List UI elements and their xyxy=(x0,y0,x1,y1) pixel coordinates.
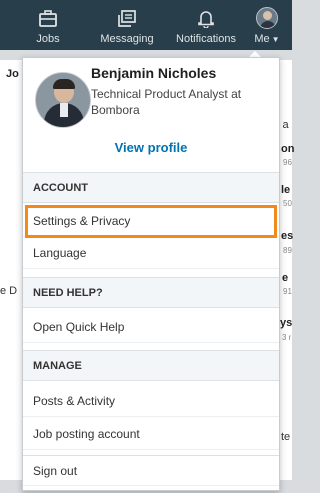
nav-jobs[interactable]: Jobs xyxy=(28,0,68,50)
background-text: Jo xyxy=(6,68,19,80)
language-item[interactable]: Language xyxy=(23,238,279,269)
bell-icon xyxy=(198,11,214,28)
background-text: 91 xyxy=(283,287,292,296)
top-nav: Jobs Messaging Notifications Me ▼ xyxy=(0,0,292,50)
me-dropdown-menu: Benjamin Nicholes Technical Product Anal… xyxy=(22,57,280,491)
nav-me-label: Me xyxy=(254,33,270,45)
quick-help-item[interactable]: Open Quick Help xyxy=(23,312,279,343)
nav-me[interactable]: Me ▼ xyxy=(247,0,287,50)
background-text: e xyxy=(282,272,289,284)
profile-title: Technical Product Analyst at Bombora xyxy=(91,87,242,117)
background-text: 89 xyxy=(283,246,292,255)
profile-avatar[interactable] xyxy=(35,72,91,128)
job-posting-account-item[interactable]: Job posting account xyxy=(23,419,279,450)
profile-summary: Benjamin Nicholes Technical Product Anal… xyxy=(23,58,279,168)
help-section-header: NEED HELP? xyxy=(23,277,279,308)
view-profile-link[interactable]: View profile xyxy=(23,140,279,155)
highlight-box xyxy=(25,205,277,238)
posts-activity-item[interactable]: Posts & Activity xyxy=(23,386,279,417)
caret-down-icon: ▼ xyxy=(271,35,280,44)
nav-messaging[interactable]: Messaging xyxy=(90,0,164,50)
avatar xyxy=(256,7,278,29)
background-text: ys xyxy=(280,317,293,329)
background-text: 96 xyxy=(283,158,292,167)
profile-name: Benjamin Nicholes xyxy=(91,65,217,81)
nav-notifications[interactable]: Notifications xyxy=(166,0,246,50)
background-text: es xyxy=(281,230,294,242)
background-text: e D xyxy=(0,285,18,297)
nav-notifications-label: Notifications xyxy=(176,33,236,45)
manage-section-header: MANAGE xyxy=(23,350,279,381)
background-text: on xyxy=(281,143,295,155)
messaging-icon xyxy=(118,10,136,27)
account-section-header: ACCOUNT xyxy=(23,172,279,203)
sign-out-item[interactable]: Sign out xyxy=(23,455,279,486)
briefcase-icon xyxy=(39,10,57,27)
nav-jobs-label: Jobs xyxy=(36,33,60,45)
background-text: 3 r xyxy=(282,333,292,342)
nav-messaging-label: Messaging xyxy=(100,33,154,45)
background-text: 50 xyxy=(283,199,292,208)
background-text: te xyxy=(281,431,291,443)
background-text: le xyxy=(281,184,291,196)
